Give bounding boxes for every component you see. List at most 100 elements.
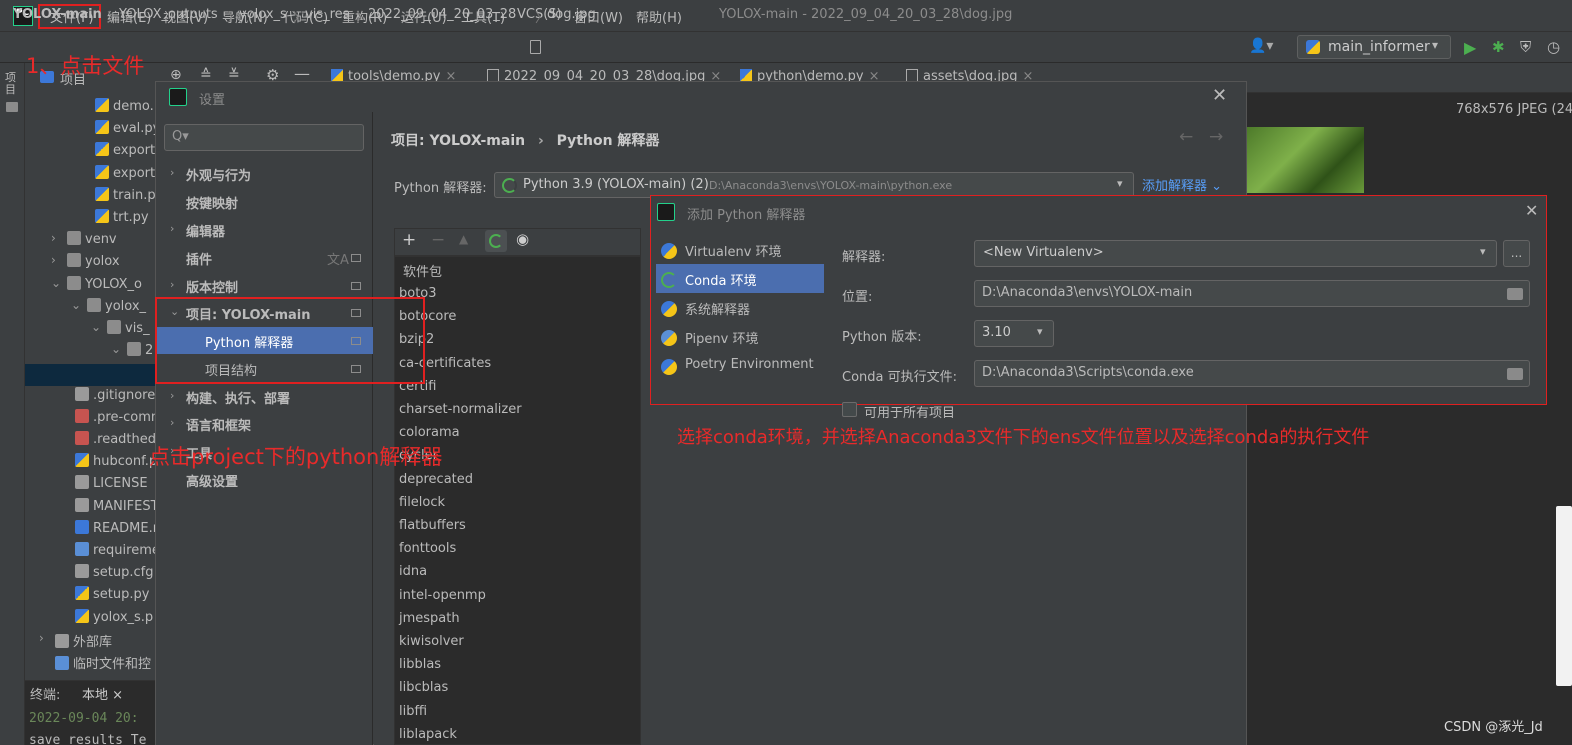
package-row[interactable]: fonttools [399, 541, 456, 556]
debug-icon[interactable]: ✱ [1492, 38, 1505, 56]
tree-row[interactable]: setup.py [25, 586, 155, 608]
tree-row[interactable]: requireme [25, 542, 155, 564]
nav-arrow-icon[interactable]: › [170, 166, 174, 179]
user-icon[interactable]: 👤▾ [1249, 38, 1273, 54]
nav-item[interactable]: 编辑器 [186, 221, 225, 240]
package-row[interactable]: libffi [399, 704, 427, 719]
add-interpreter-link[interactable]: 添加解释器 ⌄ [1142, 175, 1222, 194]
package-row[interactable]: intel-openmp [399, 588, 486, 603]
settings-search-input[interactable]: Q▾ [164, 124, 364, 151]
tree-row[interactable]: ⌄ vis_ [25, 320, 155, 342]
nav-item[interactable]: 外观与行为 [186, 165, 251, 184]
tree-row[interactable]: ⌄ yolox_ [25, 297, 155, 320]
python-version-select[interactable]: 3.10 ▾ [974, 320, 1054, 347]
location-field[interactable]: D:\Anaconda3\envs\YOLOX-main [974, 280, 1530, 307]
tree-row[interactable]: ⌄ YOLOX_o [25, 275, 155, 298]
upgrade-icon[interactable]: ▲ [459, 232, 468, 246]
interpreter-type-item[interactable]: Conda 环境 [685, 270, 757, 289]
back-arrow-icon[interactable]: ← [1179, 127, 1193, 147]
tree-arrow-icon[interactable]: ⌄ [111, 342, 121, 356]
tree-row[interactable]: yolox_s.p [25, 608, 155, 631]
tree-row[interactable]: MANIFEST [25, 497, 155, 520]
tree-arrow-icon[interactable]: ⌄ [91, 320, 101, 334]
breadcrumb-item[interactable]: YOLOX_outputs [119, 7, 218, 22]
profile-icon[interactable]: ◷ [1547, 38, 1560, 56]
tree-arrow-icon[interactable]: ⌄ [51, 276, 61, 290]
tree-row[interactable]: train.p [25, 186, 155, 209]
all-projects-checkbox[interactable] [842, 402, 857, 417]
nav-item[interactable]: 构建、执行、部署 [186, 388, 290, 407]
tree-row[interactable]: 临时文件和控 [25, 653, 155, 675]
tree-row[interactable]: LICENSE [25, 475, 155, 497]
project-tool-button[interactable]: 项目 [5, 72, 19, 96]
packages-column-header[interactable]: 软件包 [403, 261, 442, 280]
interpreter-type-item[interactable]: Virtualenv 环境 [685, 241, 782, 260]
close-icon[interactable]: ✕ [1525, 201, 1538, 220]
tree-row[interactable]: › 外部库 [25, 631, 155, 653]
nav-arrow-icon[interactable]: › [170, 416, 174, 429]
run-configuration-select[interactable]: main_informer ▾ [1297, 35, 1451, 59]
tree-row[interactable]: › yolox [25, 253, 155, 275]
package-row[interactable]: jmespath [399, 611, 460, 626]
package-row[interactable]: charset-normalizer [399, 402, 522, 417]
browse-interpreter-button[interactable]: ... [1503, 240, 1530, 267]
tree-row[interactable]: ⌄ 2 [25, 342, 155, 364]
remove-icon[interactable]: − [431, 230, 445, 250]
interpreter-type-item[interactable]: Pipenv 环境 [685, 328, 758, 347]
show-early-releases-icon[interactable]: ◉ [516, 230, 529, 248]
tree-arrow-icon[interactable]: ⌄ [71, 298, 81, 312]
tree-row[interactable]: README.r [25, 519, 155, 542]
nav-arrow-icon[interactable]: › [170, 389, 174, 402]
tree-row[interactable]: export [25, 164, 155, 187]
nav-arrow-icon[interactable]: › [170, 278, 174, 291]
tree-row[interactable]: .readthed [25, 431, 155, 453]
nav-item[interactable]: 高级设置 [186, 471, 238, 490]
breadcrumb-item[interactable]: dog.jpg [547, 7, 596, 22]
package-row[interactable]: liblapack [399, 727, 457, 742]
package-row[interactable]: libblas [399, 657, 441, 672]
package-row[interactable]: flatbuffers [399, 518, 466, 533]
breadcrumb-item[interactable]: YOLOX-main [13, 7, 102, 22]
new-interpreter-select[interactable]: <New Virtualenv> ▾ [974, 240, 1497, 267]
tree-row[interactable]: .pre-comm [25, 408, 155, 431]
interpreter-type-item[interactable]: 系统解释器 [685, 299, 750, 318]
folder-browse-icon[interactable] [1507, 288, 1523, 300]
package-row[interactable]: colorama [399, 425, 460, 440]
tree-row[interactable]: export [25, 142, 155, 164]
tree-arrow-icon[interactable]: › [51, 231, 56, 245]
breadcrumb-item[interactable]: yolox_s [239, 7, 287, 22]
tree-row[interactable]: eval.py [25, 120, 155, 142]
nav-item[interactable]: 插件 [186, 249, 212, 268]
package-row[interactable]: filelock [399, 495, 445, 510]
close-icon[interactable]: × [112, 688, 123, 703]
interpreter-type-item[interactable]: Poetry Environment [685, 357, 814, 372]
tree-row[interactable]: .gitignore [25, 386, 155, 409]
close-icon[interactable]: ✕ [1212, 85, 1227, 106]
nav-item[interactable]: 语言和框架 [186, 415, 251, 434]
package-row[interactable]: kiwisolver [399, 634, 464, 649]
tree-arrow-icon[interactable]: › [39, 631, 44, 645]
tree-row[interactable]: hubconf.p [25, 453, 155, 475]
tree-arrow-icon[interactable]: › [51, 253, 56, 267]
coverage-icon[interactable]: ⛨ [1520, 38, 1531, 56]
package-row[interactable]: idna [399, 564, 427, 579]
package-row[interactable]: libcblas [399, 680, 448, 695]
package-row[interactable]: deprecated [399, 472, 473, 487]
breadcrumb-item[interactable]: vis_res [305, 7, 349, 22]
menu-item-10[interactable]: 帮助(H) [636, 7, 682, 26]
conda-exe-field[interactable]: D:\Anaconda3\Scripts\conda.exe [974, 360, 1530, 387]
terminal-tab-local[interactable]: 本地 × [82, 684, 123, 703]
add-icon[interactable]: + [402, 230, 416, 250]
run-icon[interactable]: ▶ [1464, 38, 1476, 57]
nav-arrow-icon[interactable]: › [170, 222, 174, 235]
tree-row[interactable]: › venv [25, 231, 155, 253]
folder-browse-icon[interactable] [1507, 368, 1523, 380]
forward-arrow-icon[interactable]: → [1209, 127, 1223, 147]
conda-toggle-button[interactable] [485, 230, 507, 252]
tree-row[interactable]: trt.py [25, 209, 155, 231]
breadcrumb-item[interactable]: 2022_09_04_20_03_28 [368, 7, 516, 22]
nav-item[interactable]: 版本控制 [186, 277, 238, 296]
tree-row[interactable]: setup.cfg [25, 564, 155, 586]
tree-row[interactable]: demo. [25, 98, 155, 120]
nav-item[interactable]: 按键映射 [186, 193, 238, 212]
